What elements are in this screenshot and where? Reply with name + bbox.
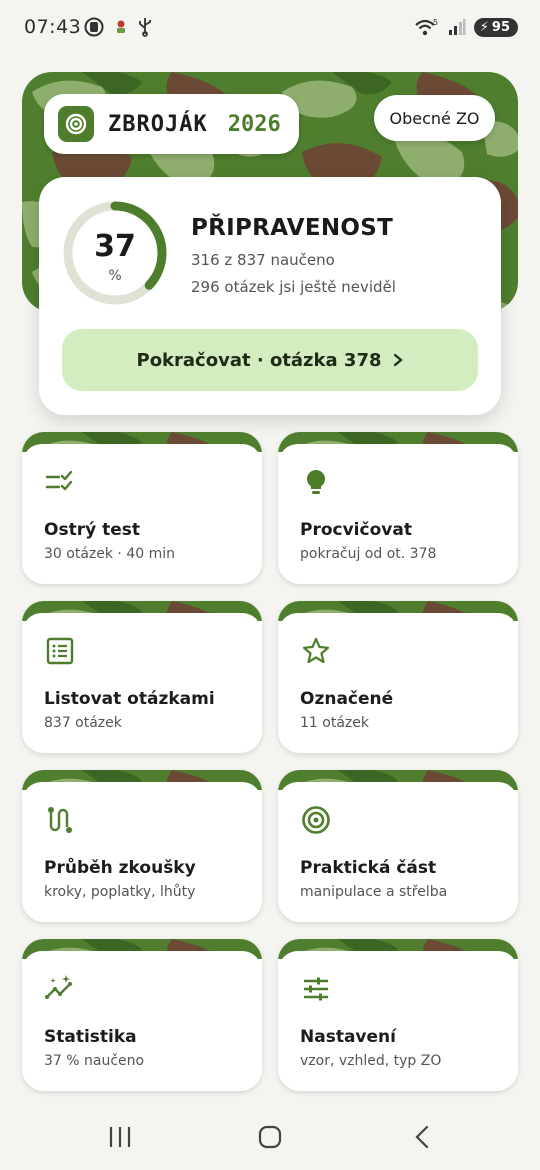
zo-type-button[interactable]: Obecné ZO [374, 95, 495, 141]
recents-button[interactable] [100, 1122, 140, 1152]
target-icon [302, 806, 330, 834]
tile-live-test[interactable]: Ostrý test 30 otázek · 40 min [22, 432, 262, 584]
status-bar: 07:43 5 ⚡ 95 [0, 0, 540, 58]
readiness-percent: 37 [94, 229, 136, 264]
tile-subtitle: manipulace a střelba [300, 884, 448, 900]
system-nav-bar [0, 1100, 540, 1170]
sliders-icon [304, 977, 328, 1001]
tile-subtitle: 837 otázek [44, 715, 122, 731]
list-icon [46, 637, 74, 665]
checklist-icon [45, 470, 73, 491]
chevron-right-icon [393, 353, 403, 367]
status-left-icons [84, 17, 152, 37]
readiness-card: 37 % PŘIPRAVENOST 316 z 837 naučeno 296 … [39, 177, 501, 415]
tile-title: Nastavení [300, 1027, 396, 1047]
tile-title: Označené [300, 689, 394, 709]
tile-subtitle: vzor, vzhled, typ ZO [300, 1053, 442, 1069]
back-button[interactable] [402, 1122, 442, 1152]
readiness-learned: 316 z 837 naučeno [191, 251, 335, 269]
back-icon [415, 1125, 429, 1149]
tile-title: Ostrý test [44, 520, 140, 540]
status-right-icons: 5 ⚡ 95 [414, 17, 518, 37]
signal-icon [448, 19, 466, 35]
home-button[interactable] [250, 1122, 290, 1152]
star-icon [302, 637, 330, 664]
app-logo: ZBROJÁK 2026 [44, 94, 299, 154]
tile-exam-progress[interactable]: Průběh zkoušky kroky, poplatky, lhůty [22, 770, 262, 922]
readiness-percent-sign: % [108, 268, 122, 284]
readiness-unseen: 296 otázek jsi ještě neviděl [191, 278, 396, 296]
logo-target-icon [58, 106, 94, 142]
tile-practical-part[interactable]: Praktická část manipulace a střelba [278, 770, 518, 922]
tile-title: Listovat otázkami [44, 689, 215, 709]
tile-subtitle: kroky, poplatky, lhůty [44, 884, 196, 900]
tile-subtitle: 30 otázek · 40 min [44, 546, 175, 562]
tile-subtitle: 11 otázek [300, 715, 369, 731]
wifi-icon: 5 [415, 18, 438, 36]
continue-label: Pokračovat · otázka 378 [136, 349, 382, 371]
svg-text:5: 5 [433, 18, 438, 27]
logo-text: ZBROJÁK [108, 111, 208, 137]
tile-subtitle: 37 % naučeno [44, 1053, 145, 1069]
tile-marked[interactable]: Označené 11 otázek [278, 601, 518, 753]
status-time: 07:43 [24, 16, 82, 38]
recents-icon [109, 1127, 131, 1147]
lightbulb-icon [306, 469, 326, 494]
continue-button[interactable]: Pokračovat · otázka 378 [62, 329, 478, 391]
notification-icon [84, 17, 104, 37]
tile-browse-questions[interactable]: Listovat otázkami 837 otázek [22, 601, 262, 753]
route-icon [48, 807, 72, 833]
usb-icon [139, 18, 151, 37]
logo-year: 2026 [227, 111, 281, 137]
tile-title: Praktická část [300, 858, 437, 878]
trend-icon [45, 975, 72, 999]
tile-title: Procvičovat [300, 520, 412, 540]
tile-statistics[interactable]: Statistika 37 % naučeno [22, 939, 262, 1091]
tile-title: Průběh zkoušky [44, 858, 196, 878]
home-icon [258, 1125, 282, 1149]
app-icon [117, 20, 125, 33]
tile-subtitle: pokračuj od ot. 378 [300, 546, 437, 562]
tile-title: Statistika [44, 1027, 137, 1047]
readiness-title: PŘIPRAVENOST [191, 215, 394, 241]
tile-practice[interactable]: Procvičovat pokračuj od ot. 378 [278, 432, 518, 584]
battery-icon: ⚡ 95 [473, 17, 518, 37]
tile-settings[interactable]: Nastavení vzor, vzhled, typ ZO [278, 939, 518, 1091]
battery-bolt-icon: ⚡ [479, 19, 489, 35]
battery-level: 95 [491, 19, 510, 35]
